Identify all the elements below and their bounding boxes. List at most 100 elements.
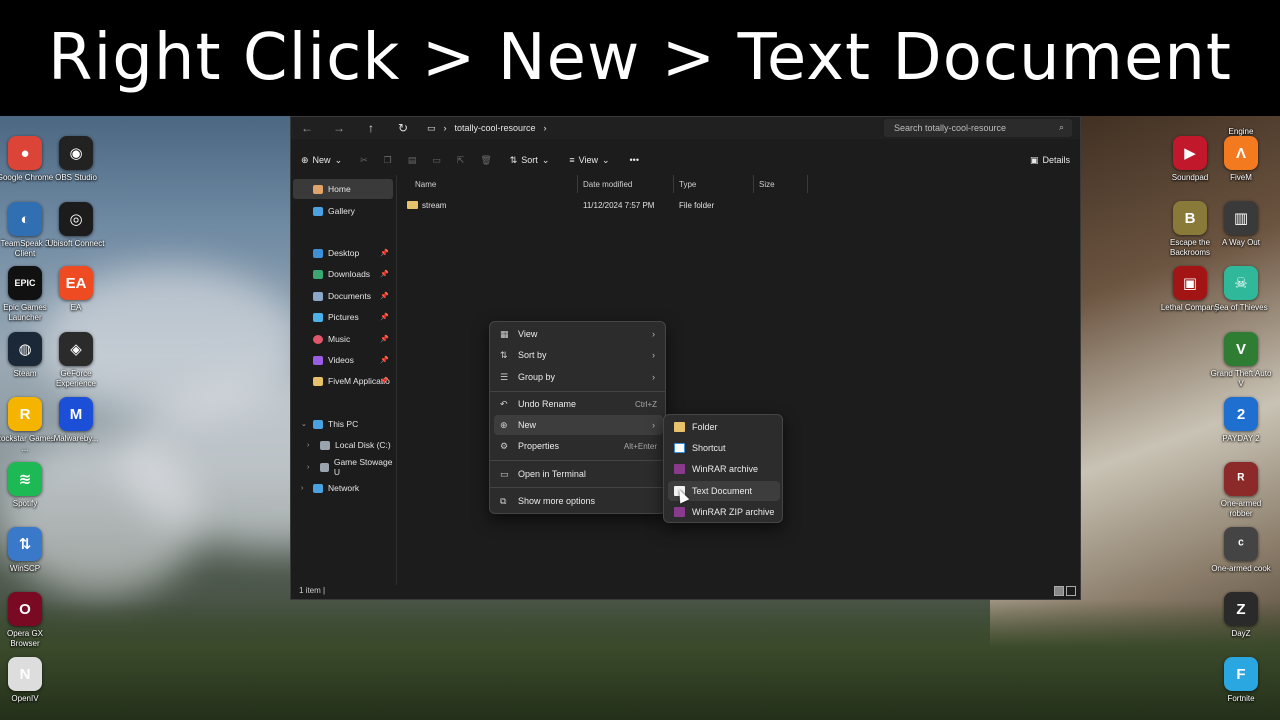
search-input[interactable]: Search totally-cool-resource ⌕ bbox=[884, 119, 1072, 137]
submenu-item-winrar-zip[interactable]: WinRAR ZIP archive bbox=[668, 502, 780, 522]
sidebar-item-local-disk[interactable]: › Local Disk (C:) bbox=[293, 435, 393, 455]
tiles-view-icon[interactable] bbox=[1066, 586, 1076, 596]
refresh-icon[interactable]: ↻ bbox=[387, 121, 419, 135]
pin-icon: 📌 bbox=[380, 314, 389, 321]
submenu-item-shortcut[interactable]: Shortcut bbox=[668, 438, 780, 458]
menu-separator bbox=[490, 487, 665, 488]
delete-icon[interactable]: 🗑 bbox=[472, 155, 499, 166]
view-button[interactable]: ≡ View ⌄ bbox=[559, 155, 619, 166]
sidebar-item-fivem[interactable]: FiveM Applicatio 📌 bbox=[293, 371, 393, 391]
teamspeak-icon: ◐ bbox=[8, 202, 42, 236]
more-options-button[interactable]: ••• bbox=[620, 155, 649, 165]
share-icon[interactable]: ⇱ bbox=[449, 155, 473, 166]
list-item[interactable]: stream bbox=[407, 197, 527, 213]
desktop-shortcut[interactable]: F Fortnite bbox=[1210, 657, 1272, 704]
details-button[interactable]: ▣ Details bbox=[1020, 155, 1080, 166]
status-text: 1 item bbox=[299, 586, 321, 595]
menu-item-view[interactable]: ▦ View › bbox=[494, 324, 663, 344]
sidebar-item-gallery[interactable]: Gallery bbox=[293, 201, 393, 221]
desktop-shortcut[interactable]: ◎ Ubisoft Connect bbox=[45, 202, 107, 249]
chevron-down-icon: ⌄ bbox=[541, 154, 550, 165]
lethal-company-icon: ▣ bbox=[1173, 266, 1207, 300]
desktop-shortcut[interactable]: 2 PAYDAY 2 bbox=[1210, 397, 1272, 444]
sidebar-item-game-stowage[interactable]: › Game Stowage U bbox=[293, 457, 393, 477]
desktop-shortcut[interactable]: V Grand Theft Auto V bbox=[1210, 332, 1272, 389]
menu-item-open-terminal[interactable]: ▭ Open in Terminal bbox=[494, 464, 663, 484]
menu-item-new[interactable]: ⊕ New › bbox=[494, 415, 663, 435]
sidebar-item-downloads[interactable]: Downloads 📌 bbox=[293, 264, 393, 284]
menu-item-sort-by[interactable]: ⇅ Sort by › bbox=[494, 345, 663, 365]
menu-item-group-by[interactable]: ☰ Group by › bbox=[494, 367, 663, 387]
desktop-shortcut[interactable]: ▥ A Way Out bbox=[1210, 201, 1272, 248]
geforce-icon: ◈ bbox=[59, 332, 93, 366]
desktop-shortcut-label: One-armed robber bbox=[1220, 499, 1262, 518]
desktop-shortcut[interactable]: ☠ Sea of Thieves bbox=[1210, 266, 1272, 313]
chevron-down-icon[interactable]: ⌄ bbox=[301, 420, 307, 428]
chevron-right-icon[interactable]: › bbox=[301, 485, 303, 492]
column-label: Name bbox=[415, 179, 437, 189]
sort-button-label: Sort bbox=[521, 155, 538, 165]
column-header-date[interactable]: Date modified bbox=[579, 175, 674, 193]
sidebar-item-videos[interactable]: Videos 📌 bbox=[293, 350, 393, 370]
copy-icon[interactable]: ❐ bbox=[376, 155, 400, 166]
sidebar-item-this-pc[interactable]: ⌄ This PC bbox=[293, 414, 393, 434]
column-header-size[interactable]: Size bbox=[755, 175, 808, 193]
submenu-item-winrar-archive[interactable]: WinRAR archive bbox=[668, 459, 780, 479]
desktop-shortcut[interactable]: EA EA bbox=[45, 266, 107, 313]
back-arrow-icon[interactable]: ← bbox=[291, 121, 323, 135]
sidebar-item-pictures[interactable]: Pictures 📌 bbox=[293, 307, 393, 327]
pane-divider[interactable] bbox=[396, 175, 397, 585]
sort-button[interactable]: ⇅ Sort ⌄ bbox=[500, 155, 560, 166]
desktop-shortcut[interactable]: M Malwareby... bbox=[45, 397, 107, 444]
breadcrumb[interactable]: ▭ › totally-cool-resource › bbox=[427, 119, 887, 137]
sort-icon: ⇅ bbox=[509, 154, 518, 165]
sidebar-item-documents[interactable]: Documents 📌 bbox=[293, 286, 393, 306]
epic-games-icon: EPIC bbox=[8, 266, 42, 300]
desktop-shortcut-label: Ubisoft Connect bbox=[47, 239, 105, 248]
pin-icon: 📌 bbox=[380, 378, 389, 385]
forward-arrow-icon[interactable]: → bbox=[323, 121, 355, 135]
menu-item-properties[interactable]: ⚙ Properties Alt+Enter bbox=[494, 436, 663, 456]
wallpaper-hills bbox=[0, 600, 1280, 720]
up-arrow-icon[interactable]: ↑ bbox=[355, 121, 387, 135]
gallery-icon bbox=[313, 206, 323, 216]
new-button[interactable]: ⊕ New ⌄ bbox=[291, 155, 352, 166]
desktop-shortcut[interactable]: Λ FiveM bbox=[1210, 136, 1272, 183]
computer-icon bbox=[313, 419, 323, 429]
chevron-right-icon[interactable]: › bbox=[307, 464, 309, 471]
desktop-shortcut[interactable]: ᴿ One-armed robber bbox=[1210, 462, 1272, 519]
menu-separator bbox=[490, 460, 665, 461]
submenu-item-folder[interactable]: Folder bbox=[668, 417, 780, 437]
grid-icon: ▦ bbox=[500, 328, 509, 339]
menu-item-label: Open in Terminal bbox=[518, 469, 586, 479]
sidebar-item-desktop[interactable]: Desktop 📌 bbox=[293, 243, 393, 263]
desktop-shortcut[interactable]: Engine bbox=[1210, 90, 1272, 137]
paste-icon[interactable]: ▤ bbox=[400, 155, 425, 166]
desktop-shortcut[interactable]: N OpenIV bbox=[0, 657, 56, 704]
desktop-shortcut[interactable]: Z DayZ bbox=[1210, 592, 1272, 639]
sidebar-item-network[interactable]: › Network bbox=[293, 478, 393, 498]
desktop-shortcut-label: GeForce Experience bbox=[55, 369, 97, 388]
menu-item-undo-rename[interactable]: ↶ Undo Rename Ctrl+Z bbox=[494, 394, 663, 414]
desktop-shortcut-label: DayZ bbox=[1231, 629, 1251, 638]
menu-item-show-more-options[interactable]: ⧉ Show more options bbox=[494, 491, 663, 511]
chevron-right-icon[interactable]: › bbox=[307, 442, 309, 449]
column-header-name[interactable]: Name bbox=[411, 175, 578, 193]
desktop-shortcut[interactable]: ≋ Spotify bbox=[0, 462, 56, 509]
rename-icon[interactable]: ▭ bbox=[424, 155, 449, 166]
desktop-shortcut[interactable]: ᶜ One-armed cook bbox=[1210, 527, 1272, 574]
breadcrumb-folder[interactable]: totally-cool-resource bbox=[455, 123, 536, 133]
desktop-shortcut[interactable]: ◈ GeForce Experience bbox=[45, 332, 107, 389]
cut-icon[interactable]: ✂ bbox=[352, 155, 376, 166]
desktop-shortcut[interactable]: O Opera GX Browser bbox=[0, 592, 56, 649]
desktop-shortcut[interactable]: ⇅ WinSCP bbox=[0, 527, 56, 574]
details-view-icon[interactable] bbox=[1054, 586, 1064, 596]
pin-icon: 📌 bbox=[380, 293, 389, 300]
desktop-shortcut-label: Spotify bbox=[12, 499, 38, 508]
more-dots-icon: ••• bbox=[629, 155, 639, 165]
column-header-type[interactable]: Type bbox=[675, 175, 754, 193]
desktop-shortcut[interactable]: ◉ OBS Studio bbox=[45, 136, 107, 183]
pin-icon: 📌 bbox=[380, 271, 389, 278]
sidebar-item-home[interactable]: Home bbox=[293, 179, 393, 199]
sidebar-item-music[interactable]: Music 📌 bbox=[293, 329, 393, 349]
